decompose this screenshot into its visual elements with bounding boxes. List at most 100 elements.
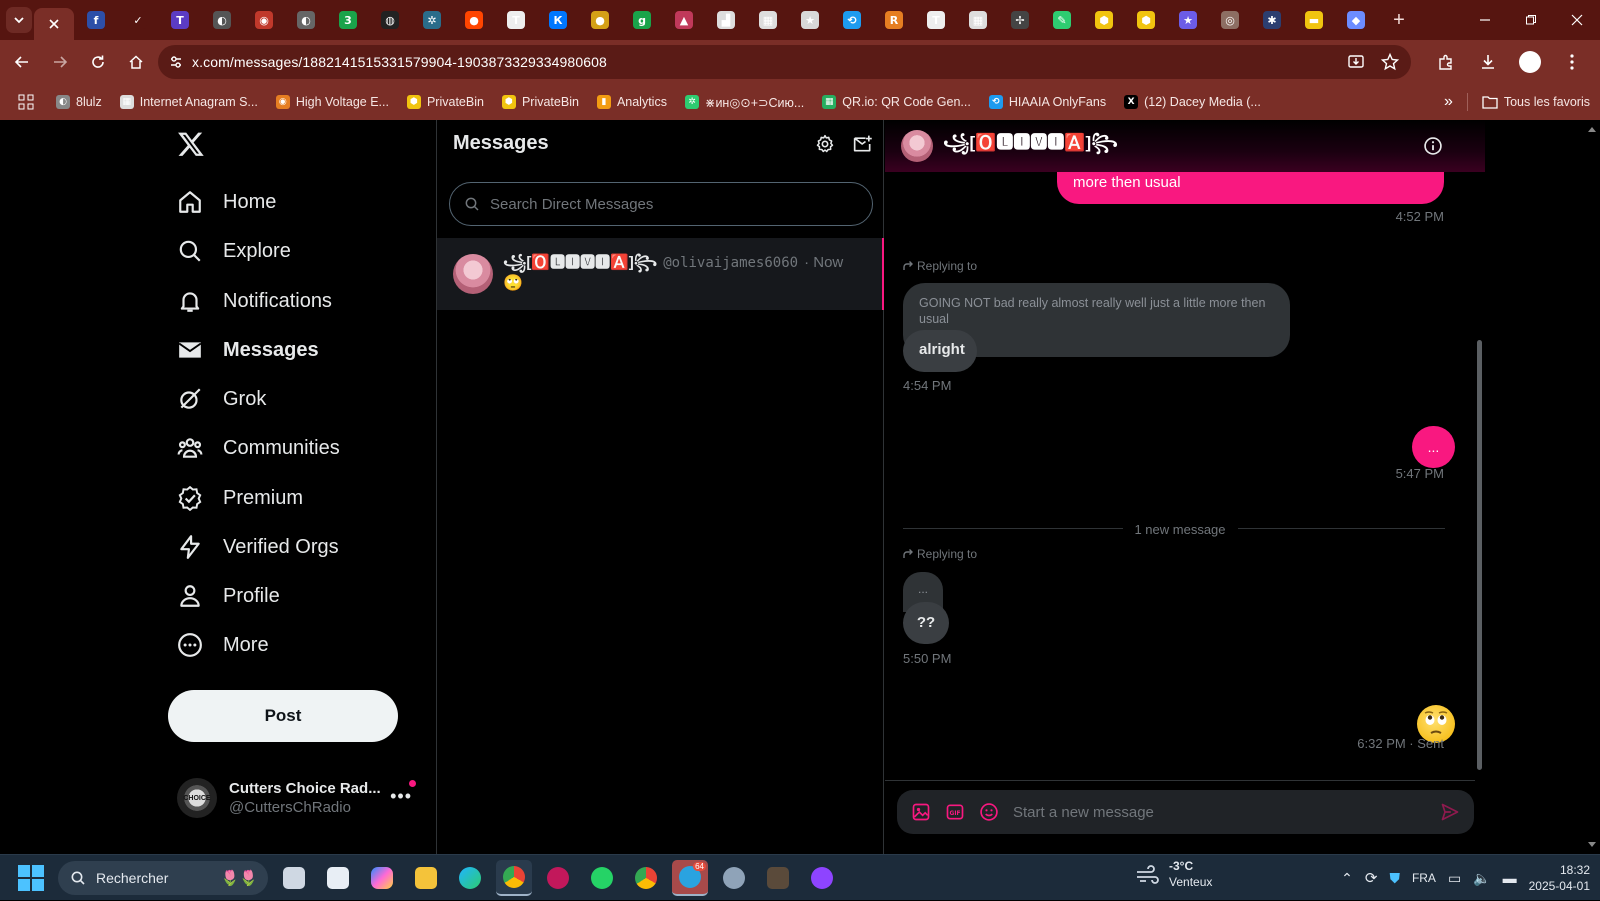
browser-tab[interactable]: ★ (790, 4, 830, 36)
account-switcher[interactable]: CHOICE Cutters Choice Rad... @CuttersChR… (177, 770, 422, 826)
browser-tab[interactable]: ✱ (1252, 4, 1292, 36)
browser-tab[interactable]: T (160, 4, 200, 36)
emoji-icon[interactable] (979, 802, 999, 822)
nav-more[interactable]: More (177, 620, 269, 670)
scroll-up-icon[interactable] (1584, 124, 1600, 134)
x-logo-icon[interactable] (177, 130, 205, 158)
downloads-button[interactable] (1470, 44, 1506, 80)
nav-messages[interactable]: Messages (177, 325, 319, 375)
whatsapp-icon[interactable] (584, 860, 620, 896)
bookmark-item[interactable]: ✲ ⋇ин◎⊙+⊃Сию... (684, 95, 804, 110)
nav-home[interactable]: Home (177, 177, 276, 227)
sync-icon[interactable]: ⟳ (1365, 869, 1378, 887)
nav-grok[interactable]: Grok (177, 374, 266, 424)
browser-tab[interactable]: ⟲ (832, 4, 872, 36)
bookmark-item[interactable]: ◐ 8lulz (56, 95, 102, 110)
telegram-icon[interactable]: 64 (672, 859, 708, 896)
info-icon[interactable] (1423, 136, 1443, 156)
display-icon[interactable]: ▭ (1448, 870, 1461, 887)
weather-widget[interactable]: -3°C Venteux (1135, 859, 1212, 890)
post-button[interactable]: Post (168, 690, 398, 742)
page-scrollbar[interactable] (1584, 120, 1600, 854)
nav-notifications[interactable]: Notifications (177, 276, 332, 326)
install-app-icon[interactable] (1343, 49, 1369, 75)
browser-tab[interactable]: ✢ (1000, 4, 1040, 36)
nav-premium[interactable]: Premium (177, 473, 303, 523)
new-message-icon[interactable] (853, 134, 873, 154)
nav-profile[interactable]: Profile (177, 571, 280, 621)
close-window-button[interactable] (1554, 0, 1600, 40)
all-bookmarks-folder[interactable]: Tous les favoris (1482, 95, 1590, 109)
taskbar-search[interactable]: Rechercher 🌷🌷 (58, 860, 268, 895)
bookmark-item[interactable]: ◉ High Voltage E... (275, 95, 389, 110)
browser-tab[interactable]: R (874, 4, 914, 36)
more-horizontal-icon[interactable]: ••• (390, 786, 412, 807)
browser-tab[interactable]: ▲ (664, 4, 704, 36)
address-bar[interactable]: x.com/messages/1882141515331579904-19038… (158, 45, 1411, 79)
bookmark-item[interactable]: X (12) Dacey Media (... (1124, 95, 1261, 110)
browser-tab[interactable]: g (622, 4, 662, 36)
browser-tab[interactable]: ◍ (370, 4, 410, 36)
site-info-icon[interactable] (168, 54, 184, 70)
avatar[interactable] (901, 130, 933, 162)
browser-tab[interactable]: ● (580, 4, 620, 36)
conversation-item[interactable]: ꧁[🅾️🅻🅸🆅🅸🅰️]꧂ @olivaijames6060 · Now 🙄 (437, 238, 884, 310)
bookmark-item[interactable]: ▮ Analytics (596, 95, 667, 110)
bookmark-item[interactable]: ⬢ PrivateBin (406, 95, 484, 110)
browser-tab[interactable]: ● (454, 4, 494, 36)
defender-icon[interactable]: ⛊ (1389, 870, 1400, 887)
extensions-button[interactable] (1428, 44, 1464, 80)
browser-menu-button[interactable] (1554, 44, 1590, 80)
chrome-icon[interactable] (496, 859, 532, 896)
bookmark-item[interactable]: ⬢ PrivateBin (501, 95, 579, 110)
bookmark-item[interactable]: ▦ Internet Anagram S... (119, 95, 258, 110)
browser-tab[interactable]: ▦ (958, 4, 998, 36)
chevron-up-icon[interactable]: ⌃ (1341, 870, 1353, 887)
nav-explore[interactable]: Explore (177, 226, 291, 276)
browser-tab[interactable]: ✓ (118, 4, 158, 36)
battery-icon[interactable]: ▬ (1503, 870, 1517, 886)
browser-tab[interactable]: ◆ (1336, 4, 1376, 36)
gif-icon[interactable]: GIF (945, 802, 965, 822)
new-tab-button[interactable]: + (1384, 5, 1414, 35)
dm-search-box[interactable] (449, 182, 873, 226)
browser-tab[interactable]: ⬢ (1126, 4, 1166, 36)
language-indicator[interactable]: FRA (1412, 871, 1436, 885)
close-icon[interactable] (48, 18, 60, 30)
browser-tab[interactable]: ◐ (202, 4, 242, 36)
forward-button[interactable] (42, 44, 78, 80)
chat-scrollbar[interactable] (1475, 130, 1483, 780)
edge-icon[interactable] (452, 860, 488, 896)
volume-icon[interactable]: 🔈 (1473, 870, 1490, 887)
tab-search-button[interactable] (6, 7, 32, 33)
bookmark-item[interactable]: ⟲ HIAAIA OnlyFans (988, 95, 1106, 110)
message-input[interactable] (1013, 803, 1403, 821)
browser-tab[interactable]: ⬢ (1084, 4, 1124, 36)
nav-verified-orgs[interactable]: Verified Orgs (177, 522, 339, 572)
restore-button[interactable] (1508, 0, 1554, 40)
game-icon[interactable] (760, 860, 796, 896)
browser-tab[interactable]: ▦ (748, 4, 788, 36)
windows-start-icon[interactable] (18, 864, 44, 891)
purple-app-icon[interactable] (804, 860, 840, 896)
browser-tab[interactable]: T (496, 4, 536, 36)
apps-grid-icon[interactable] (18, 94, 38, 110)
tab-active-x[interactable] (34, 8, 74, 40)
browser-tab[interactable]: ◐ (286, 4, 326, 36)
chat-name[interactable]: ꧁[🅾️🅻🅸🆅🅸🅰️]꧂ (943, 128, 1118, 164)
clock[interactable]: 18:32 2025-04-01 (1529, 862, 1590, 894)
browser-tab[interactable]: f (76, 4, 116, 36)
browser-tab[interactable]: ✲ (412, 4, 452, 36)
browser-tab[interactable]: 3 (328, 4, 368, 36)
file-explorer-icon[interactable] (408, 860, 444, 896)
browser-tab[interactable]: ◎ (1210, 4, 1250, 36)
browser-tab[interactable]: T (916, 4, 956, 36)
scrollbar-thumb[interactable] (1477, 340, 1482, 770)
store-icon[interactable] (320, 860, 356, 896)
browser-tab[interactable]: ▬ (1294, 4, 1334, 36)
task-view-icon[interactable] (276, 860, 312, 896)
nav-communities[interactable]: Communities (177, 423, 340, 473)
browser-tab[interactable]: ▟ (706, 4, 746, 36)
chrome-profile-icon[interactable] (628, 860, 664, 896)
copilot-icon[interactable] (364, 860, 400, 896)
